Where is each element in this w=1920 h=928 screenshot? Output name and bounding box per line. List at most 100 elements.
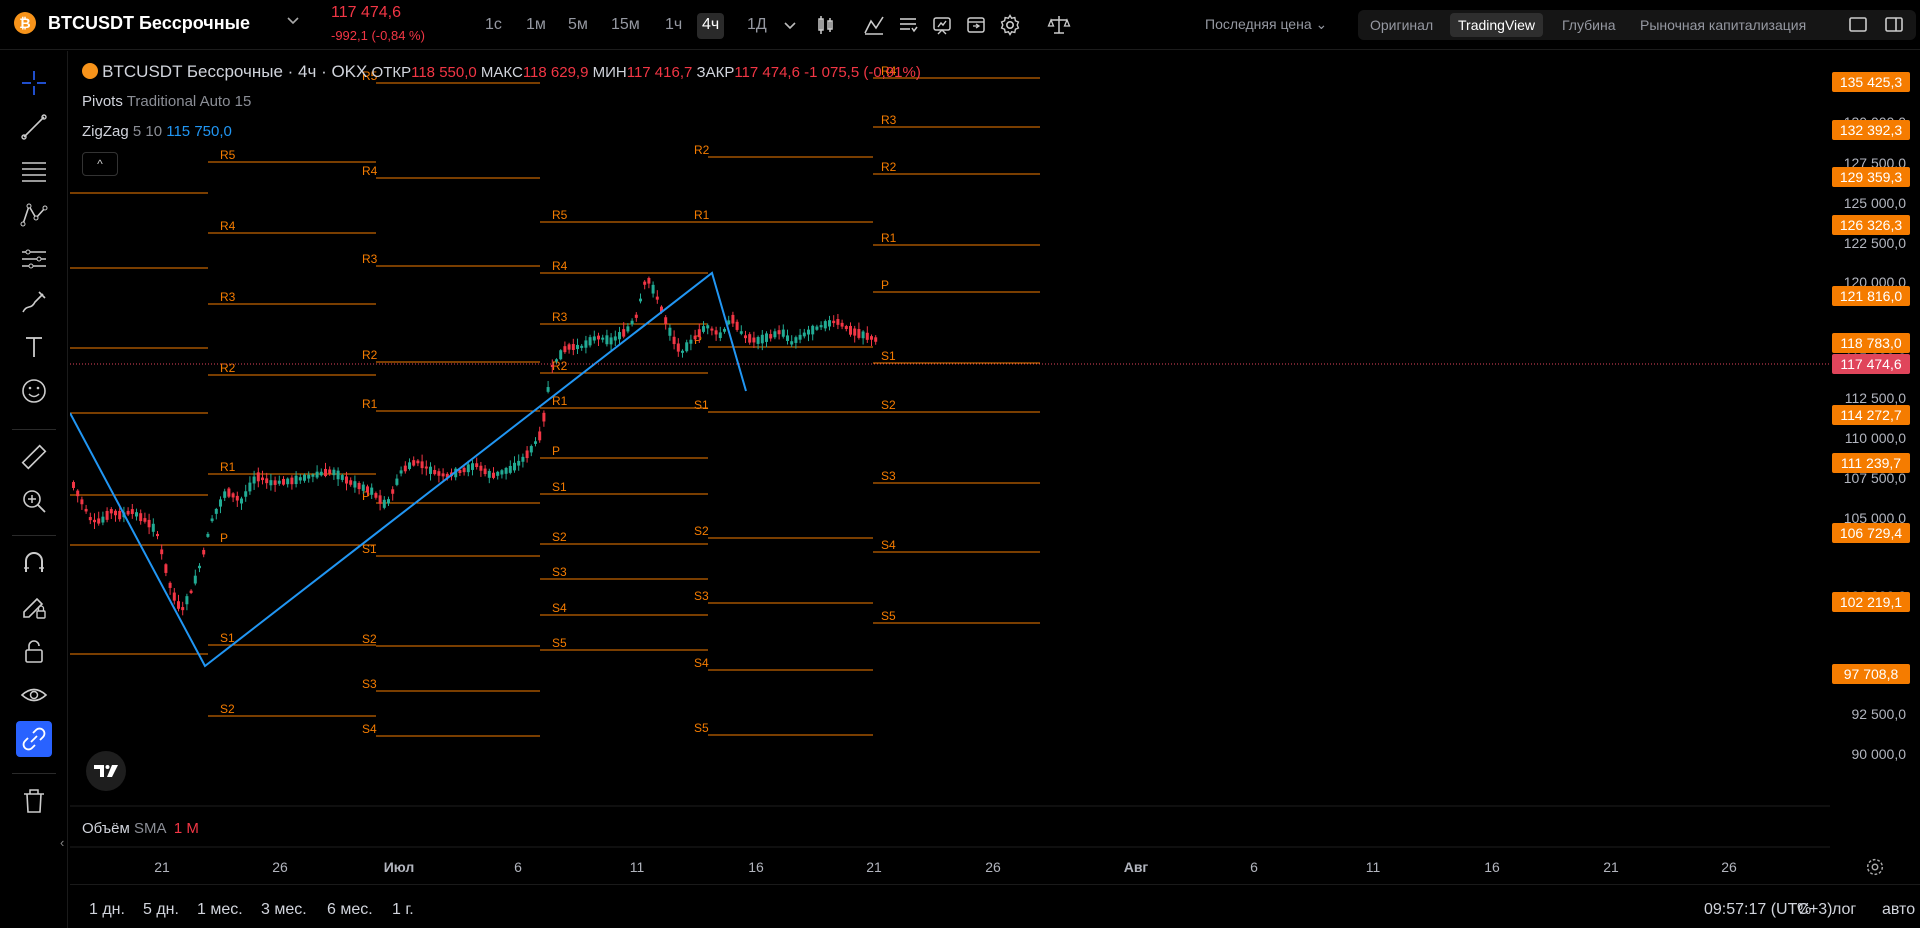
pivots-params: Traditional Auto 15 [126, 93, 252, 110]
candle-body [118, 511, 122, 520]
candle-body [256, 472, 260, 482]
collapse-legend-button[interactable]: ^ [82, 152, 118, 176]
price-axis-label: 110 000,0 [1844, 430, 1906, 446]
collapse-toolbar-icon[interactable]: ‹ [60, 835, 64, 850]
candle-body [840, 322, 844, 327]
indicators-icon[interactable] [862, 13, 886, 37]
timeframe-more-icon[interactable] [780, 13, 804, 37]
range-3m[interactable]: 3 мес. [261, 901, 307, 919]
candle-body [802, 332, 806, 337]
percent-toggle[interactable]: % [1797, 901, 1811, 919]
price-axis[interactable]: 130 000,0127 500,0125 000,0122 500,0120 … [1830, 51, 1920, 806]
time-axis-label: Авг [1123, 859, 1149, 875]
trash-icon[interactable] [16, 783, 52, 819]
pivot-label: R1 [362, 397, 378, 411]
clock-timezone[interactable]: 09:57:17 (UTC+3) [1704, 901, 1833, 919]
timeframe-1m[interactable]: 1м [521, 13, 551, 39]
view-depth[interactable]: Глубина [1554, 13, 1623, 37]
pivot-label: S1 [694, 398, 709, 412]
pivots-legend[interactable]: Pivots Traditional Auto 15 [82, 93, 251, 110]
candle-body [765, 333, 768, 342]
candle-body [483, 468, 487, 475]
close-key: ЗАКР [696, 64, 735, 81]
candle-body [471, 463, 474, 470]
chevron-down-icon[interactable] [286, 14, 300, 31]
candle-body [139, 513, 143, 522]
candle-body [164, 564, 168, 573]
candle-body [601, 337, 605, 340]
timeframe-4h[interactable]: 4ч [697, 13, 725, 39]
view-market-cap[interactable]: Рыночная капитализация [1632, 13, 1814, 37]
log-toggle[interactable]: лог [1832, 901, 1856, 919]
pattern-icon[interactable] [16, 197, 52, 233]
candle-body [189, 590, 193, 593]
timeframe-5m[interactable]: 5м [563, 13, 593, 39]
alert-icon[interactable] [930, 13, 954, 37]
timeframe-15m[interactable]: 15м [606, 13, 645, 39]
timeframe-1h[interactable]: 1ч [660, 13, 687, 39]
view-tradingview[interactable]: TradingView [1450, 13, 1544, 37]
time-axis-label: 21 [866, 859, 882, 875]
zoom-in-icon[interactable] [16, 483, 52, 519]
symbol-name[interactable]: BTCUSDT Бессрочные [48, 13, 250, 34]
candle-body [836, 319, 840, 325]
price-chart[interactable]: R5R4R3R2R1PS1S2R5R4R3R2R1PS1S2S3S4R5R4R3… [70, 51, 1830, 881]
pivot-label: S2 [362, 632, 377, 646]
auto-toggle[interactable]: авто [1882, 901, 1915, 919]
range-6m[interactable]: 6 мес. [327, 901, 373, 919]
candle-body [223, 491, 227, 498]
range-1d[interactable]: 1 дн. [89, 901, 125, 919]
trend-line-icon[interactable] [16, 109, 52, 145]
range-1y[interactable]: 1 г. [392, 901, 414, 919]
candle-body [340, 475, 344, 480]
range-5d[interactable]: 5 дн. [143, 901, 179, 919]
pivot-label: R2 [220, 361, 236, 375]
list-icon[interactable] [896, 13, 920, 37]
brush-icon[interactable] [16, 285, 52, 321]
volume-legend[interactable]: Объём SMA 1 M [82, 820, 199, 837]
crosshair-icon[interactable] [16, 65, 52, 101]
candle-body [429, 466, 432, 474]
okx-icon [82, 63, 98, 79]
range-1m[interactable]: 1 мес. [197, 901, 243, 919]
price-axis-label: 112 500,0 [1844, 390, 1906, 406]
eye-icon[interactable] [16, 677, 52, 713]
pivot-label: R1 [881, 231, 897, 245]
pivot-price-badge: 97 708,8 [1832, 664, 1910, 684]
view-original[interactable]: Оригинал [1362, 13, 1441, 37]
pivot-label: R4 [362, 164, 378, 178]
zigzag-legend[interactable]: ZigZag 5 10 115 750,0 [82, 123, 232, 140]
candle-body [361, 484, 365, 491]
candles-icon[interactable] [814, 13, 838, 37]
candle-body [576, 344, 579, 350]
emoji-icon[interactable] [16, 373, 52, 409]
tradingview-logo-icon[interactable] [86, 751, 126, 791]
fullscreen-icon[interactable] [1846, 12, 1870, 36]
fib-levels-icon[interactable] [16, 153, 52, 189]
scales-icon[interactable] [1047, 13, 1071, 37]
unlock-icon[interactable] [16, 633, 52, 669]
candle-body [315, 471, 319, 478]
candle-body [370, 487, 374, 495]
candle-body [718, 332, 722, 339]
timeframe-1d[interactable]: 1Д [742, 13, 772, 39]
candle-body [613, 336, 617, 341]
magnet-icon[interactable] [16, 545, 52, 581]
high-key: МАКС [480, 64, 523, 81]
replay-icon[interactable] [964, 13, 988, 37]
candle-body [219, 499, 222, 507]
forecast-icon[interactable] [16, 241, 52, 277]
text-icon[interactable] [16, 329, 52, 365]
candle-body [521, 456, 525, 462]
timeframe-1s[interactable]: 1с [480, 13, 507, 39]
lock-drawing-icon[interactable] [16, 589, 52, 625]
layout-icon[interactable] [1882, 12, 1906, 36]
settings-gear-icon[interactable] [998, 13, 1022, 37]
axis-settings-gear-icon[interactable] [1864, 856, 1886, 878]
pivot-label: S5 [694, 721, 709, 735]
price-source-select[interactable]: Последняя цена ⌄ [1205, 16, 1327, 33]
ruler-icon[interactable] [16, 439, 52, 475]
candle-body [420, 461, 424, 469]
link-icon[interactable] [16, 721, 52, 757]
candle-body [97, 518, 101, 524]
